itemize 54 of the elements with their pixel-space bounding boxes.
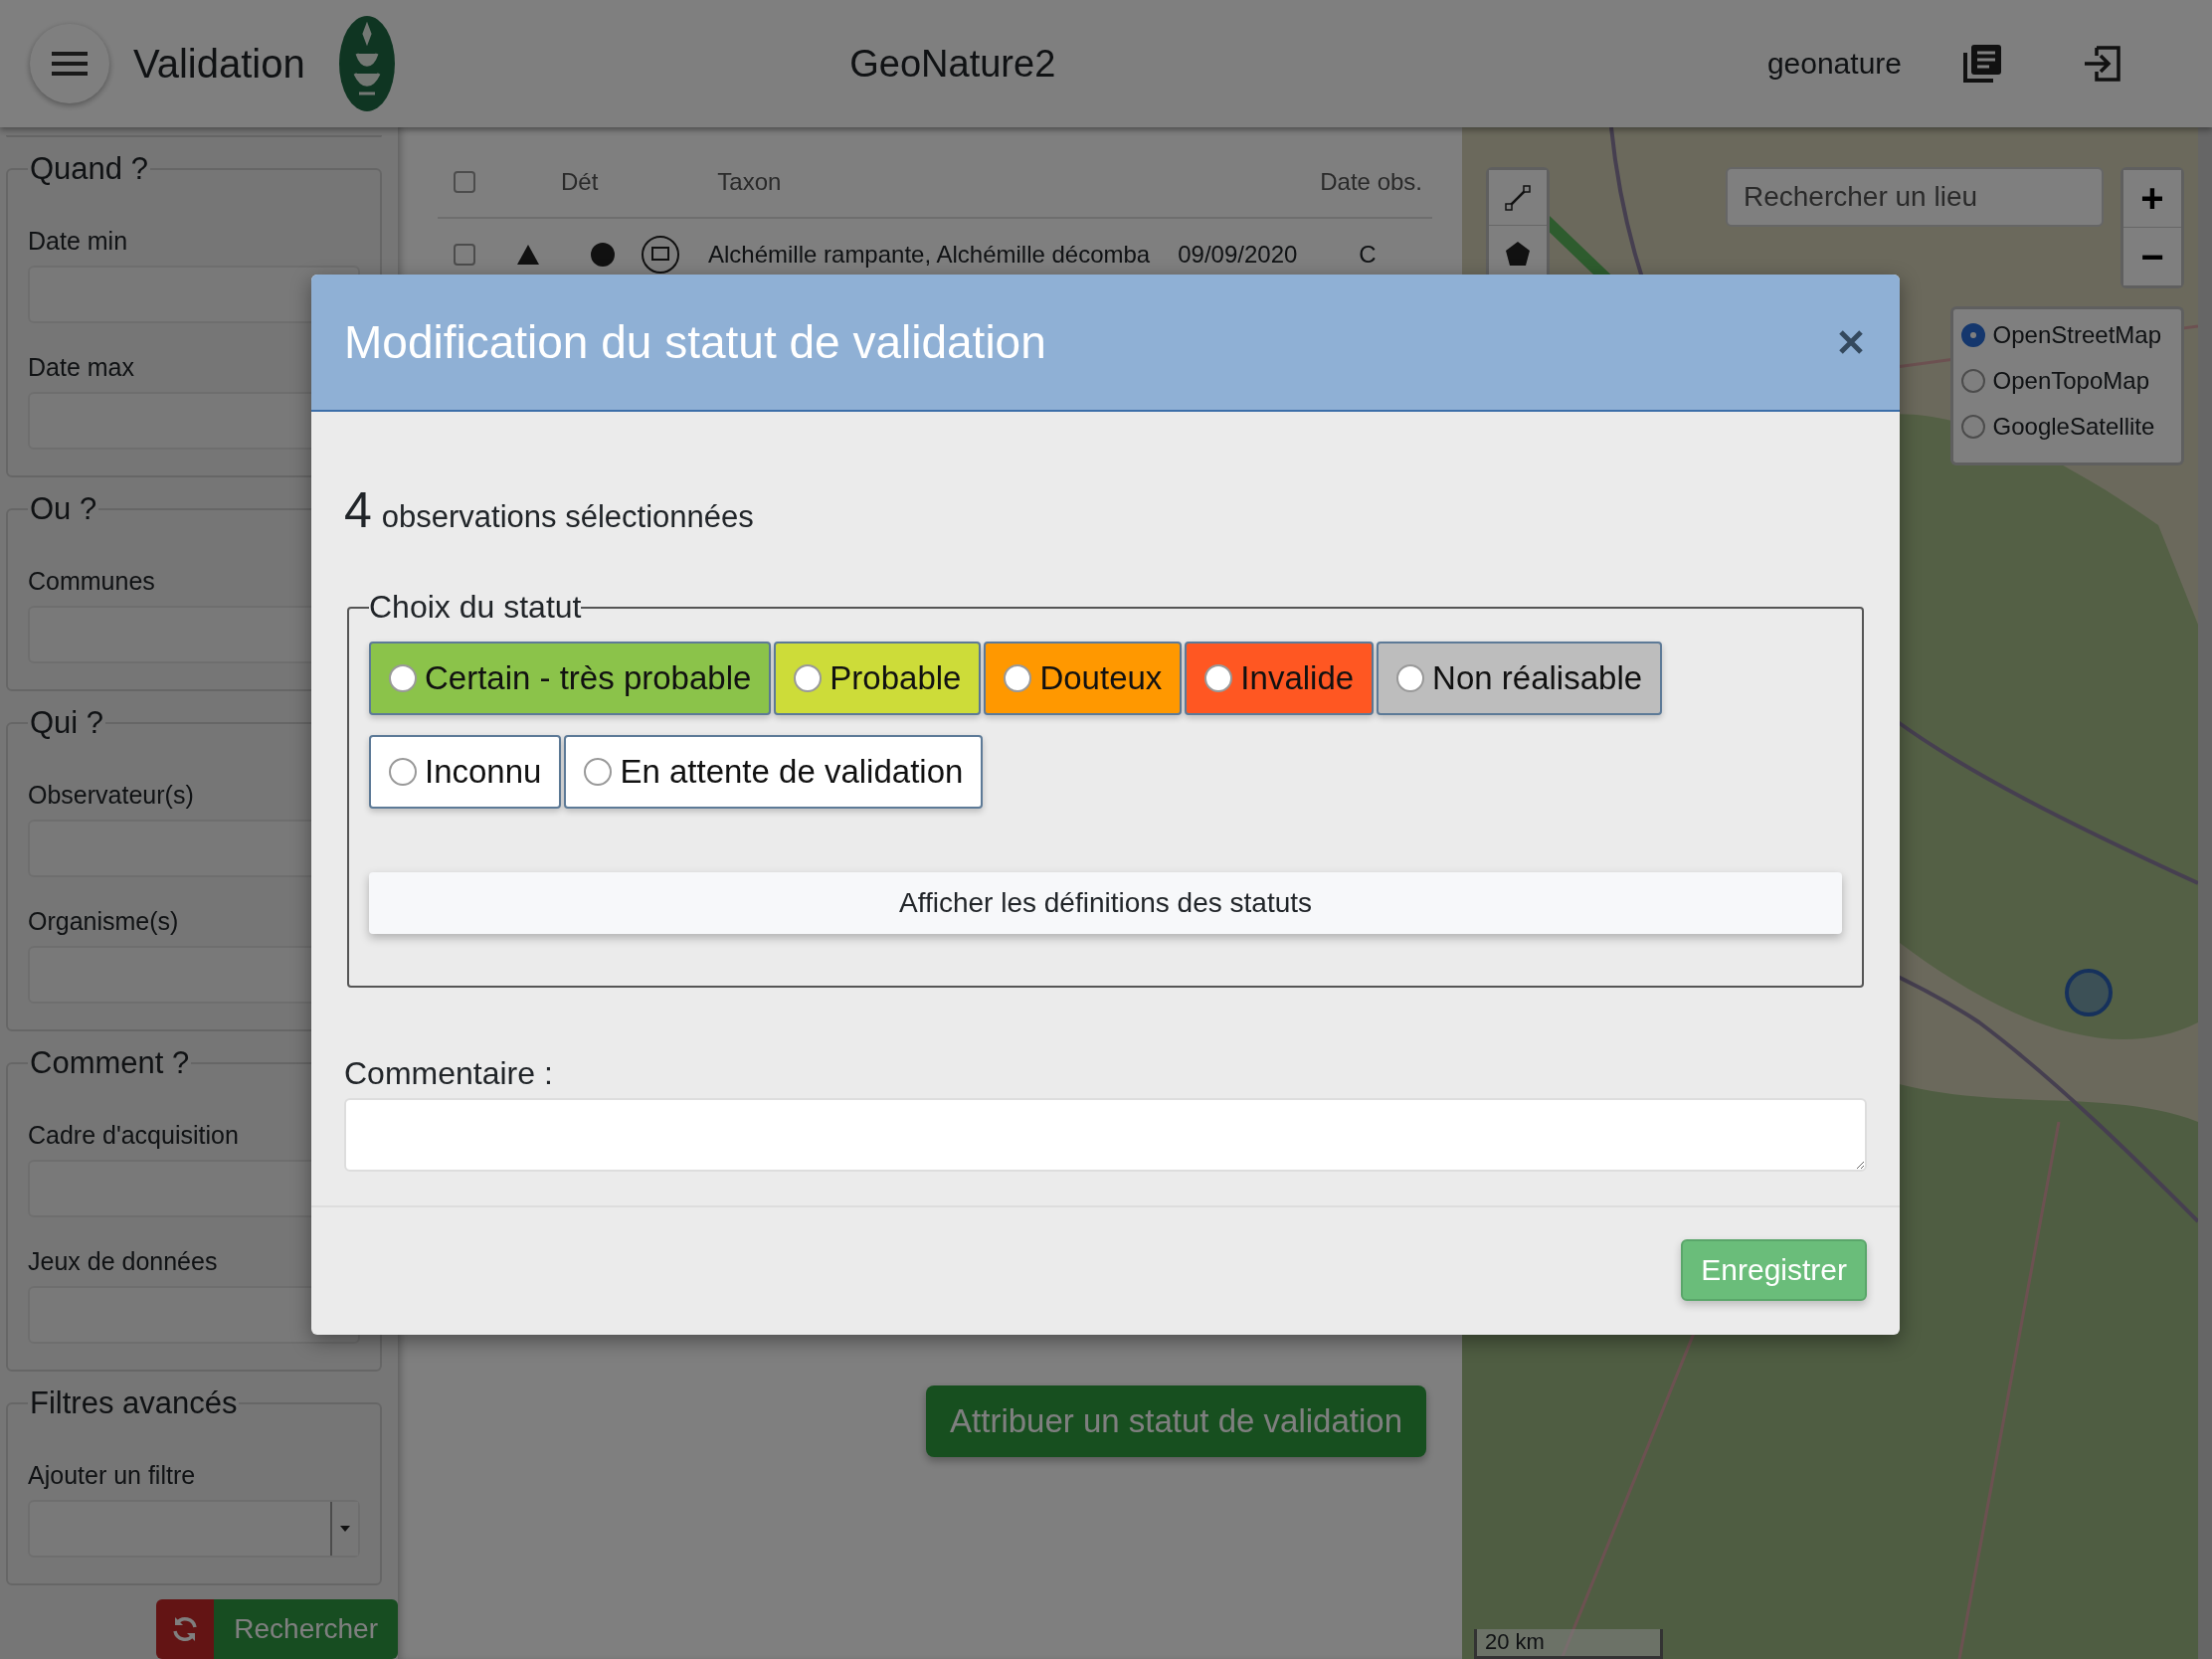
status-legend: Choix du statut: [369, 589, 582, 626]
dialog-title: Modification du statut de validation: [344, 315, 1046, 369]
selection-label: observations sélectionnées: [381, 499, 754, 535]
close-icon[interactable]: [1838, 329, 1864, 355]
app-name: GeoNature2: [848, 42, 1057, 86]
column-header: Dét: [561, 168, 599, 196]
field-label: Observateur(s): [28, 781, 195, 810]
documentation-icon[interactable]: [1961, 43, 2003, 85]
status-option[interactable]: Inconnu: [369, 735, 562, 809]
column-header: Date obs.: [1320, 168, 1422, 196]
filter-legend: Comment ?: [28, 1045, 192, 1081]
layer-option[interactable]: OpenStreetMap: [1960, 321, 2161, 349]
menu-button[interactable]: [30, 24, 109, 103]
zoom-in-button[interactable]: +: [2123, 170, 2181, 228]
filter-legend: Quand ?: [28, 151, 150, 187]
refresh-icon: [171, 1615, 200, 1643]
caret-icon: [340, 1526, 350, 1532]
status-option[interactable]: Non réalisable: [1377, 642, 1663, 715]
status-option[interactable]: En attente de validation: [564, 735, 984, 809]
comment-field[interactable]: [344, 1098, 1867, 1172]
filter-legend: Qui ?: [28, 705, 106, 741]
menu-icon: [52, 50, 88, 78]
checkbox[interactable]: [454, 171, 475, 193]
table-cell: 09/09/2020: [1178, 241, 1298, 269]
status-option[interactable]: Invalide: [1185, 642, 1375, 715]
comment-label: Commentaire :: [344, 1055, 554, 1092]
comment-icon[interactable]: [641, 235, 680, 275]
field-label: Date min: [28, 227, 129, 256]
logo-icon: [336, 14, 397, 113]
checkbox[interactable]: [454, 244, 475, 266]
layer-option[interactable]: OpenTopoMap: [1960, 367, 2161, 395]
refresh-button[interactable]: [156, 1599, 215, 1659]
field-label: Ajouter un filtre: [28, 1461, 197, 1490]
layer-option[interactable]: GoogleSatellite: [1960, 413, 2161, 441]
column-header: Taxon: [717, 168, 783, 196]
filter-legend: Ou ?: [28, 491, 99, 527]
warning-icon: [517, 245, 539, 265]
field-label: Organisme(s): [28, 907, 180, 936]
table-cell: C: [1359, 241, 1377, 269]
status-option[interactable]: Certain - très probable: [369, 642, 772, 715]
page-title: Validation: [133, 41, 305, 87]
selection-count: 4: [344, 481, 372, 539]
field-label: Cadre d'acquisition: [28, 1121, 240, 1150]
field-label: Jeux de données: [28, 1247, 219, 1276]
status-option[interactable]: Probable: [774, 642, 982, 715]
logout-icon[interactable]: [2083, 44, 2122, 84]
definitions-button[interactable]: Afficher les définitions des statuts: [369, 872, 1842, 934]
field-label: Communes: [28, 567, 156, 596]
status-option[interactable]: Douteux: [984, 642, 1183, 715]
filter-legend: Filtres avancés: [28, 1385, 240, 1421]
field-label: Date max: [28, 353, 135, 382]
table-cell: Alchémille rampante, Alchémille décomba: [708, 241, 1151, 269]
user-name: geonature: [1766, 47, 1902, 81]
place-search-field[interactable]: Rechercher un lieu: [1726, 167, 2104, 227]
